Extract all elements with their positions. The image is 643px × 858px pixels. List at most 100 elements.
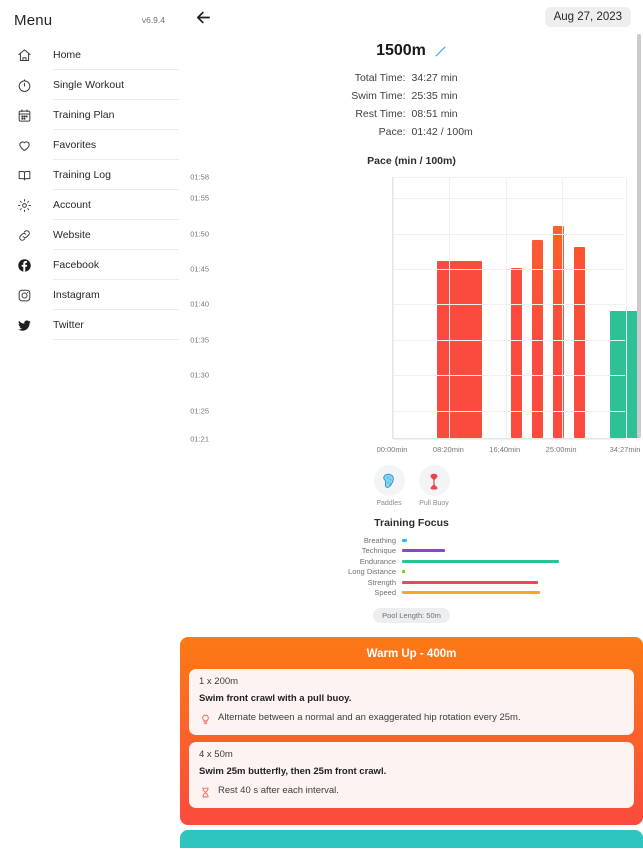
stat-value: 34:27 min xyxy=(411,72,458,84)
training-focus-title: Training Focus xyxy=(374,517,449,529)
chart-vgridline xyxy=(449,177,451,438)
pool-length-badge: Pool Length: 50m xyxy=(373,608,450,623)
set-description: Swim 25m butterfly, then 25m front crawl… xyxy=(199,766,387,777)
sidebar-item-facebook[interactable]: Facebook xyxy=(0,250,179,280)
chart-y-tick: 01:58 xyxy=(190,172,209,182)
next-workout-section[interactable] xyxy=(180,830,643,848)
chart-y-tick: 01:21 xyxy=(190,434,209,444)
date-badge[interactable]: Aug 27, 2023 xyxy=(544,7,631,27)
stopwatch-icon xyxy=(10,78,38,93)
set-description: Swim front crawl with a pull buoy. xyxy=(199,693,352,704)
chart-bars xyxy=(393,177,640,438)
training-focus-bar xyxy=(402,591,540,595)
chart-gridline xyxy=(393,339,625,341)
chart-title: Pace (min / 100m) xyxy=(367,155,456,167)
chart-y-tick: 01:40 xyxy=(190,299,209,309)
sidebar-item-favorites[interactable]: Favorites xyxy=(0,130,179,160)
pull-buoy-icon xyxy=(418,465,450,496)
stat-label: Total Time: xyxy=(354,72,406,84)
page-title: 1500m xyxy=(376,42,426,59)
chart-x-tick: 25:00min xyxy=(545,445,577,454)
sidebar-item-instagram[interactable]: Instagram xyxy=(0,280,179,310)
hourglass-icon xyxy=(199,785,211,799)
training-focus-label: Speed xyxy=(374,588,396,598)
chart-gridline xyxy=(393,439,625,440)
pool-length-row: Pool Length: 50m xyxy=(180,608,643,623)
chart-gridline xyxy=(393,304,625,306)
set-note: Rest 40 s after each interval. xyxy=(199,785,624,799)
sidebar-item-label: Training Plan xyxy=(53,100,179,130)
workout-set[interactable]: 1 x 200m Swim front crawl with a pull buo… xyxy=(189,669,634,735)
sidebar-item-label: Training Log xyxy=(53,160,179,190)
training-focus-bar xyxy=(402,570,406,574)
sidebar-nav: Home Single Workout Training Plan Favorites… xyxy=(0,40,179,340)
pace-chart: 01:58 01:55 01:50 01:45 01:40 01:35 01:30 01:25… xyxy=(180,173,643,463)
sidebar-item-account[interactable]: Account xyxy=(0,190,179,220)
chart-y-tick: 01:25 xyxy=(190,406,209,416)
sidebar: Menu v6.9.4 Home Single Workout Training P… xyxy=(0,0,180,858)
chart-plot-area xyxy=(392,177,640,440)
top-bar: Aug 27, 2023 xyxy=(180,0,643,34)
training-focus-row: Speed xyxy=(180,588,643,599)
equipment-list: Paddles Pull Buoy xyxy=(180,465,643,507)
equipment-label: Pull Buoy xyxy=(419,500,449,507)
back-button[interactable] xyxy=(192,6,214,28)
heart-icon xyxy=(10,138,38,153)
set-reps: 1 x 200m xyxy=(199,676,239,687)
training-focus-label: Breathing xyxy=(363,535,396,545)
chart-bar[interactable] xyxy=(610,310,640,438)
chart-vgridline xyxy=(562,177,564,438)
sidebar-item-training-plan[interactable]: Training Plan xyxy=(0,100,179,130)
chart-gridline xyxy=(393,375,625,377)
sidebar-item-label: Account xyxy=(53,190,179,220)
chart-gridline xyxy=(393,410,625,412)
training-focus-bar-wrap xyxy=(402,559,643,563)
sidebar-item-home[interactable]: Home xyxy=(0,40,179,70)
set-reps: 4 x 50m xyxy=(199,749,233,760)
training-focus-bar-wrap xyxy=(402,580,643,584)
pencil-icon[interactable] xyxy=(434,45,447,58)
link-icon xyxy=(10,228,38,243)
workout-set[interactable]: 4 x 50m Swim 25m butterfly, then 25m fron… xyxy=(189,742,634,808)
sidebar-item-label: Single Workout xyxy=(53,70,179,100)
book-icon xyxy=(10,168,38,183)
sidebar-item-label: Favorites xyxy=(53,130,179,160)
chart-gridline xyxy=(393,269,625,271)
equipment-label: Paddles xyxy=(376,500,402,507)
set-note-text: Alternate between a normal and an exagge… xyxy=(218,712,521,723)
training-focus-list: Breathing Technique Endurance Long Distance… xyxy=(180,535,643,598)
scrollbar-thumb[interactable] xyxy=(637,34,641,438)
training-focus-bar-wrap xyxy=(402,538,643,542)
stat-value: 08:51 min xyxy=(411,108,458,120)
chart-vgridline xyxy=(505,177,507,438)
workout-section-title: Warm Up - 400m xyxy=(366,648,457,660)
facebook-icon xyxy=(10,258,38,273)
equipment-paddles[interactable]: Paddles xyxy=(373,465,405,507)
workout-sections: Warm Up - 400m 1 x 200m Swim front crawl w… xyxy=(180,637,643,848)
stat-label: Pace: xyxy=(378,126,406,138)
training-focus-label: Strength xyxy=(367,577,396,587)
chart-y-tick: 01:50 xyxy=(190,229,209,239)
stat-row: Pace: 01:42 / 100m xyxy=(180,123,643,141)
instagram-icon xyxy=(10,288,38,303)
stat-row: Rest Time: 08:51 min xyxy=(180,105,643,123)
chart-x-tick: 00:00min xyxy=(376,445,408,454)
sidebar-item-training-log[interactable]: Training Log xyxy=(0,160,179,190)
workout-title-row: 1500m xyxy=(180,42,643,60)
sidebar-item-twitter[interactable]: Twitter xyxy=(0,310,179,340)
training-focus-label: Technique xyxy=(361,546,396,556)
app-version: v6.9.4 xyxy=(141,15,165,25)
sidebar-header: Menu v6.9.4 xyxy=(0,0,179,40)
training-focus-bar xyxy=(402,538,407,542)
chart-bar[interactable] xyxy=(574,246,585,438)
sidebar-item-website[interactable]: Website xyxy=(0,220,179,250)
chart-bar[interactable] xyxy=(511,268,522,438)
equipment-pull-buoy[interactable]: Pull Buoy xyxy=(418,465,450,507)
set-note: Alternate between a normal and an exagge… xyxy=(199,712,624,726)
chart-y-tick: 01:55 xyxy=(190,193,209,203)
sidebar-item-single-workout[interactable]: Single Workout xyxy=(0,70,179,100)
stat-value: 01:42 / 100m xyxy=(411,126,473,138)
main-content: Aug 27, 2023 1500m Total Time: 34:27 min S… xyxy=(180,0,643,858)
chart-vgridline xyxy=(626,177,627,438)
paddles-icon xyxy=(373,465,405,496)
